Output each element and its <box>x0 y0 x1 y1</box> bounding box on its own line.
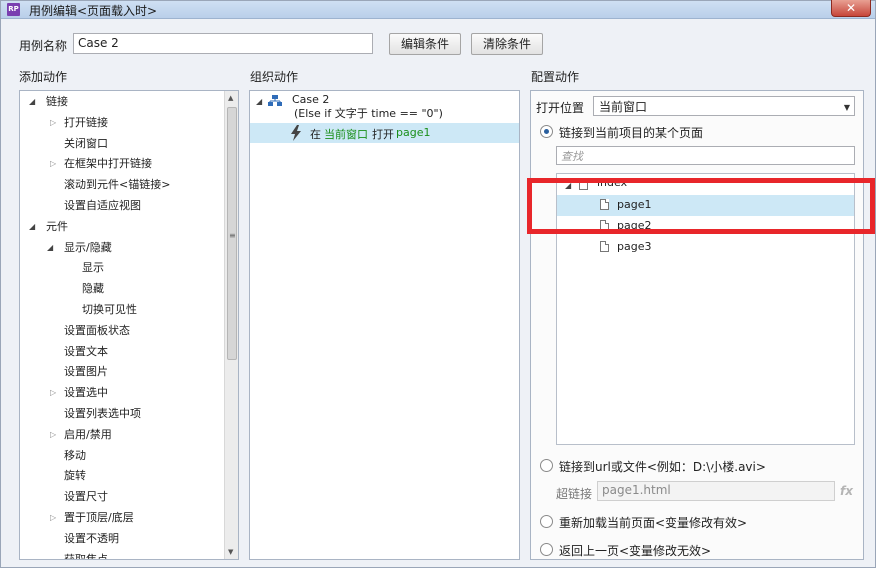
action-tree-item[interactable]: 打开链接 <box>64 113 108 133</box>
reload-page-option-label[interactable]: 重新加载当前页面<变量修改有效> <box>559 514 747 531</box>
edit-condition-button[interactable]: 编辑条件 <box>389 33 461 55</box>
case-name-label: 用例名称 <box>19 39 68 53</box>
hyperlink-label: 超链接 <box>556 487 593 501</box>
collapse-arrow-icon[interactable]: ▷ <box>50 514 58 522</box>
case-editor-window: RP 用例编辑<页面载入时> ✕ 用例名称 Case 2 编辑条件 清除条件 添… <box>0 0 876 568</box>
action-target: 当前窗口 <box>324 128 368 141</box>
configure-actions-panel: 打开位置 当前窗口 ▼ 链接到当前项目的某个页面 查找 ◢ index page… <box>530 90 864 560</box>
action-page: page1 <box>396 126 431 139</box>
configure-actions-header: 配置动作 <box>531 70 580 84</box>
go-back-radio[interactable] <box>540 543 553 556</box>
reload-page-radio[interactable] <box>540 515 553 528</box>
collapse-arrow-icon[interactable]: ▷ <box>50 430 58 439</box>
action-row[interactable]: 在 当前窗口 打开 page1 <box>250 123 519 143</box>
action-tree-item[interactable]: 设置文本 <box>64 342 108 362</box>
case-collapse-arrow-icon[interactable]: ◢ <box>256 98 264 106</box>
expand-arrow-icon[interactable]: ◢ <box>47 243 55 252</box>
open-in-label: 打开位置 <box>536 101 585 115</box>
organize-actions-panel: ◢ Case 2 (Else if 文字于 time == "0") 在 当前窗… <box>249 90 520 560</box>
case-condition: (Else if 文字于 time == "0") <box>294 107 443 120</box>
scroll-up-arrow-icon[interactable]: ▲ <box>228 94 233 102</box>
link-url-radio[interactable] <box>540 459 553 472</box>
organize-actions-header: 组织动作 <box>250 70 299 84</box>
action-tree-item[interactable]: 元件 <box>46 217 68 237</box>
open-in-value: 当前窗口 <box>599 100 648 114</box>
action-prefix: 在 <box>310 128 321 141</box>
title-bar: RP 用例编辑<页面载入时> ✕ <box>1 0 875 19</box>
window-title: 用例编辑<页面载入时> <box>29 4 158 18</box>
action-tree-item[interactable]: 设置尺寸 <box>64 487 108 507</box>
action-tree-item[interactable]: 启用/禁用 <box>64 425 112 445</box>
link-page-radio[interactable] <box>540 125 553 138</box>
action-verb: 打开 <box>372 128 394 141</box>
page-search-input[interactable]: 查找 <box>556 146 855 165</box>
clear-condition-button[interactable]: 清除条件 <box>471 33 543 55</box>
scroll-grip-icon: ≡ <box>229 231 236 240</box>
lightning-icon <box>291 125 301 141</box>
action-tree-item[interactable]: 切换可见性 <box>82 300 137 320</box>
expand-arrow-icon[interactable]: ◢ <box>29 98 37 106</box>
collapse-arrow-icon[interactable]: ▷ <box>50 118 58 127</box>
add-actions-scrollbar[interactable]: ▲ ≡ ▼ <box>224 91 238 559</box>
chevron-down-icon: ▼ <box>843 103 850 112</box>
action-tree-item[interactable]: 链接 <box>46 92 68 112</box>
hyperlink-input[interactable]: page1.html <box>597 481 835 501</box>
close-button[interactable]: ✕ <box>831 0 871 17</box>
axure-app-icon: RP <box>7 3 20 16</box>
collapse-arrow-icon[interactable]: ▷ <box>50 389 58 397</box>
case-tree-icon <box>268 95 282 106</box>
action-tree-item[interactable]: 显示/隐藏 <box>64 238 112 258</box>
action-tree-item[interactable]: 旋转 <box>64 466 86 486</box>
action-tree-item[interactable]: 滚动到元件<锚链接> <box>64 175 170 195</box>
action-tree-item[interactable]: 隐藏 <box>82 279 104 299</box>
add-actions-header: 添加动作 <box>19 70 68 84</box>
action-tree-item[interactable]: 获取焦点 <box>64 550 108 559</box>
expand-arrow-icon[interactable]: ◢ <box>29 222 37 231</box>
collapse-arrow-icon[interactable]: ▷ <box>50 160 58 168</box>
action-tree-item[interactable]: 设置不透明 <box>64 529 119 549</box>
action-tree-item[interactable]: 设置选中 <box>64 383 108 403</box>
action-tree-item[interactable]: 移动 <box>64 446 86 466</box>
action-tree-item[interactable]: 设置图片 <box>64 362 108 382</box>
open-in-select[interactable]: 当前窗口 ▼ <box>593 96 855 116</box>
link-page-option-label[interactable]: 链接到当前项目的某个页面 <box>559 124 703 141</box>
page-icon <box>600 241 609 252</box>
add-actions-tree: ◢ 链接 ▷ 打开链接 关闭窗口 ▷ 在框架中打开链接 滚动到元件<锚链接> 设置自适应视图 ◢ 元… <box>19 90 239 560</box>
action-tree-item[interactable]: 显示 <box>82 258 104 278</box>
page-tree-item-page3[interactable]: page3 <box>617 237 651 257</box>
red-highlight-annotation <box>527 178 875 234</box>
fx-icon[interactable]: fx <box>840 484 853 498</box>
action-tree-item[interactable]: 设置列表选中项 <box>64 404 141 424</box>
action-tree-item[interactable]: 设置自适应视图 <box>64 196 141 216</box>
action-tree-item[interactable]: 置于顶层/底层 <box>64 508 134 528</box>
action-tree-item[interactable]: 在框架中打开链接 <box>64 154 152 174</box>
action-tree-item[interactable]: 设置面板状态 <box>64 321 130 341</box>
go-back-option-label[interactable]: 返回上一页<变量修改无效> <box>559 542 711 559</box>
link-url-option-label[interactable]: 链接到url或文件<例如：D:\小楼.avi> <box>559 458 766 475</box>
case-name-input[interactable]: Case 2 <box>73 33 373 54</box>
scroll-down-arrow-icon[interactable]: ▼ <box>228 548 233 556</box>
action-tree-item[interactable]: 关闭窗口 <box>64 134 108 154</box>
